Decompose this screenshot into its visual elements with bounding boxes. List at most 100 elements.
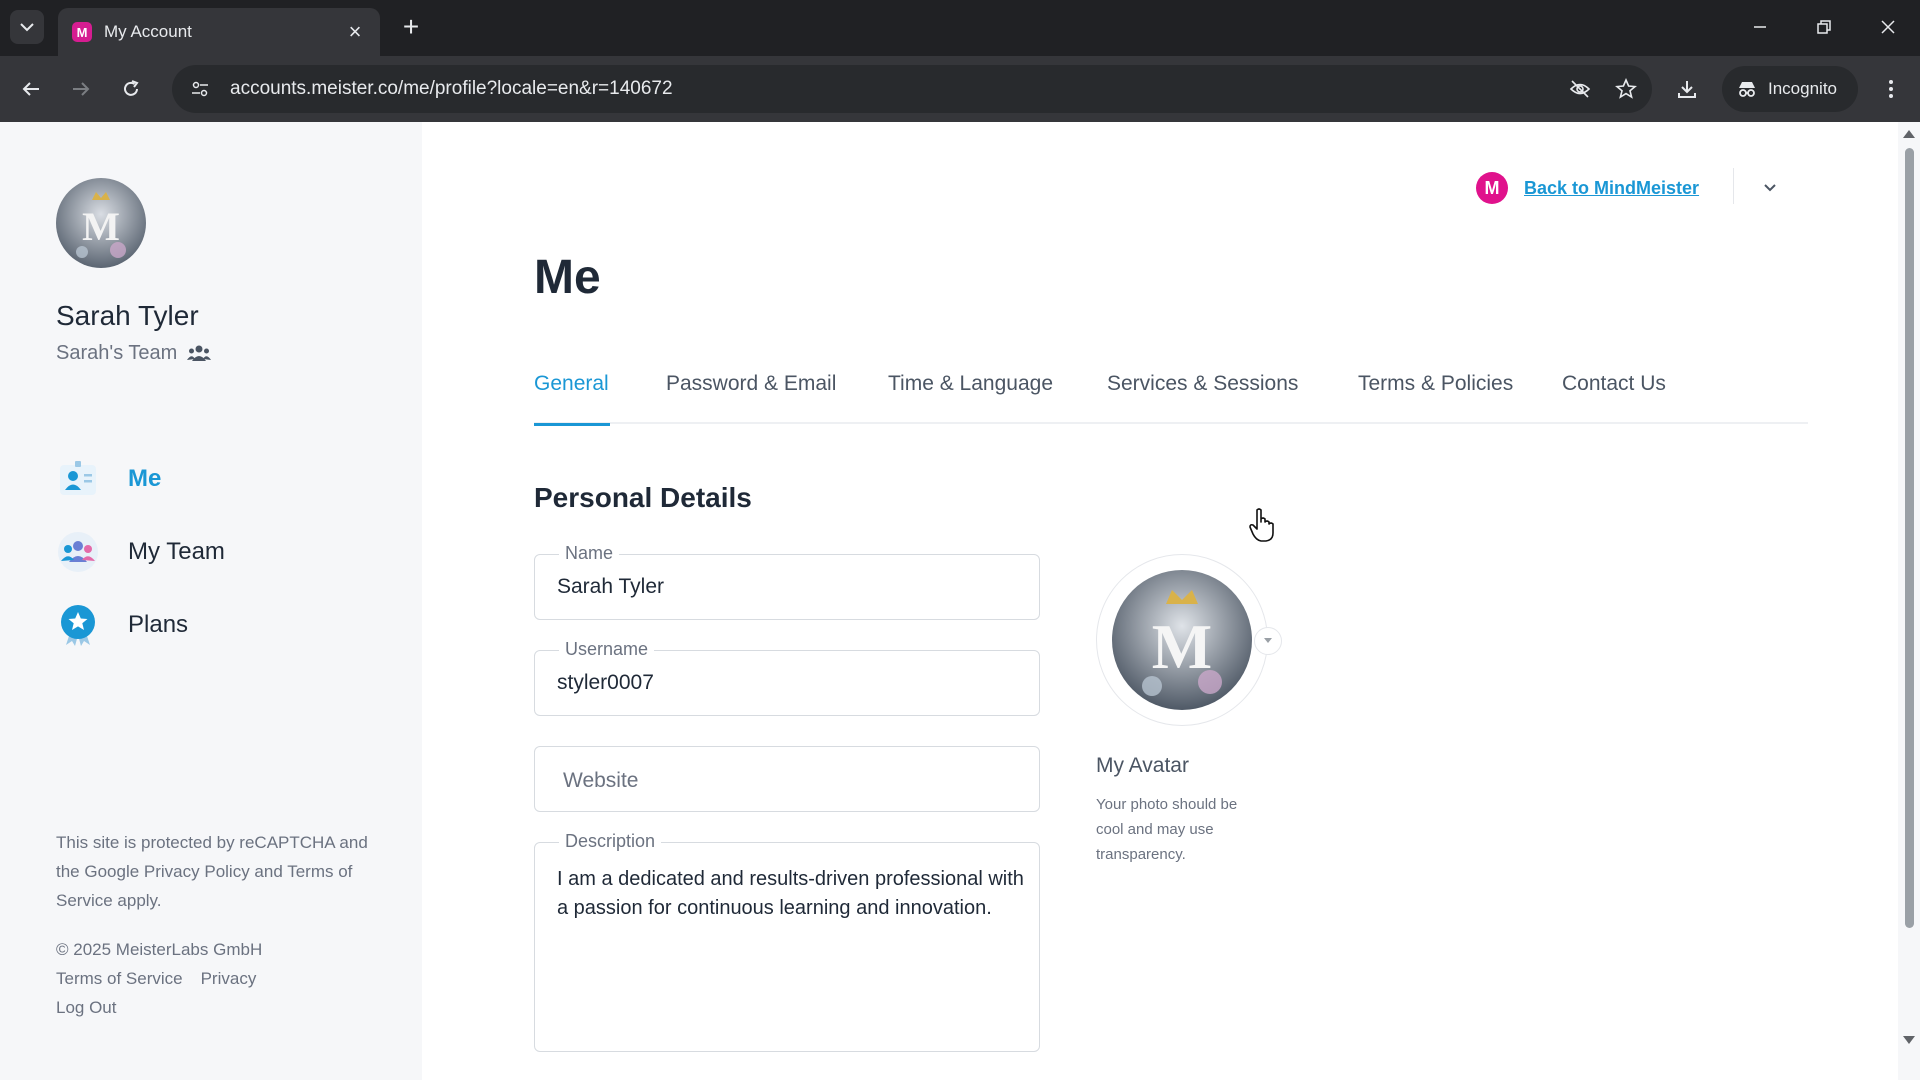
tab-search-button[interactable]: [10, 10, 44, 44]
close-tab-icon[interactable]: ×: [344, 19, 366, 45]
scroll-down-icon[interactable]: [1903, 1036, 1915, 1044]
svg-text:M: M: [82, 204, 120, 249]
settings-tabs: General Password & Email Time & Language…: [534, 372, 1808, 426]
username-field[interactable]: Username styler0007: [534, 639, 1040, 716]
back-link-label[interactable]: Back to MindMeister: [1524, 178, 1699, 199]
section-title: Personal Details: [534, 482, 752, 513]
footer-links: Terms of Service Privacy: [56, 969, 256, 989]
tab-title: My Account: [104, 22, 192, 41]
restore-button[interactable]: [1804, 10, 1844, 44]
hand-cursor-icon: [1249, 508, 1274, 542]
website-field-placeholder: Website: [563, 769, 639, 792]
scroll-thumb[interactable]: [1905, 148, 1914, 928]
scroll-up-icon[interactable]: [1903, 130, 1915, 138]
minimize-icon: [1754, 26, 1766, 28]
page-content: M Sarah Tyler Sarah's Team Me My Team Pl…: [0, 122, 1920, 1080]
minimize-button[interactable]: [1740, 10, 1780, 44]
arrow-right-icon: [73, 82, 90, 96]
browser-tab[interactable]: M My Account ×: [58, 8, 380, 56]
avatar-image: M: [1112, 570, 1252, 710]
tab-general[interactable]: General: [534, 372, 610, 426]
tab-contact-us[interactable]: Contact Us: [1562, 372, 1666, 424]
tune-icon: [192, 81, 208, 97]
sidebar-item-my-team[interactable]: My Team: [56, 527, 225, 577]
chevron-down-icon: [1764, 184, 1776, 192]
name-field-value[interactable]: Sarah Tyler: [557, 575, 664, 599]
website-field[interactable]: Website: [534, 746, 1040, 812]
sidebar-avatar[interactable]: M: [56, 178, 146, 268]
close-icon: [1881, 20, 1895, 34]
sidebar-team-name: Sarah's Team: [56, 342, 178, 364]
address-bar[interactable]: accounts.meister.co/me/profile?locale=en…: [172, 65, 1652, 113]
sidebar-item-label: My Team: [128, 538, 225, 565]
url-text[interactable]: accounts.meister.co/me/profile?locale=en…: [230, 78, 1560, 100]
new-tab-button[interactable]: +: [396, 12, 426, 42]
eye-off-icon: [1569, 80, 1591, 98]
incognito-indicator[interactable]: Incognito: [1722, 66, 1858, 112]
site-info-button[interactable]: [180, 69, 220, 109]
recaptcha-notice: This site is protected by reCAPTCHA and …: [56, 833, 368, 910]
name-field-label: Name: [559, 543, 620, 564]
copyright-text: © 2025 MeisterLabs GmbH: [56, 940, 263, 959]
download-icon: [1678, 81, 1696, 98]
team-members-icon: [187, 345, 212, 361]
app-switcher-chevron[interactable]: [1758, 176, 1782, 200]
downloads-button[interactable]: [1670, 72, 1704, 106]
page-title: Me: [534, 251, 601, 304]
avatar-options-dropdown[interactable]: [1254, 627, 1282, 655]
sidebar: M Sarah Tyler Sarah's Team Me My Team Pl…: [0, 122, 422, 1080]
forward-button[interactable]: [64, 72, 98, 106]
description-field-value[interactable]: I am a dedicated and results-driven prof…: [557, 865, 1027, 923]
avatar-title: My Avatar: [1096, 754, 1189, 777]
back-to-mindmeister-link[interactable]: M Back to MindMeister: [1476, 172, 1699, 204]
logout-link[interactable]: Log Out: [56, 998, 117, 1018]
team-icon: [56, 530, 100, 574]
username-field-label: Username: [559, 639, 655, 660]
restore-icon: [1817, 20, 1831, 34]
username-field-value[interactable]: styler0007: [557, 671, 654, 695]
main-content: M Back to MindMeister Me General Passwor…: [422, 122, 1898, 1080]
avatar-hint: Your photo should be cool and may use tr…: [1096, 796, 1238, 863]
more-vertical-icon: [1889, 80, 1893, 98]
sidebar-item-me[interactable]: Me: [56, 454, 161, 504]
avatar-uploader[interactable]: M: [1096, 554, 1268, 726]
chevron-down-icon: [20, 23, 34, 32]
description-field[interactable]: Description I am a dedicated and results…: [534, 831, 1040, 1052]
avatar-image-icon: M: [1112, 570, 1252, 710]
tracking-protection-button[interactable]: [1560, 69, 1600, 109]
sidebar-item-plans[interactable]: Plans: [56, 600, 188, 650]
plans-badge-icon: [56, 603, 100, 647]
back-button[interactable]: [14, 72, 48, 106]
privacy-link[interactable]: Privacy: [201, 969, 257, 989]
avatar-image-icon: M: [56, 178, 146, 268]
browser-toolbar: accounts.meister.co/me/profile?locale=en…: [0, 56, 1920, 122]
bookmark-button[interactable]: [1606, 69, 1646, 109]
description-field-label: Description: [559, 831, 662, 852]
close-window-button[interactable]: [1868, 10, 1908, 44]
terms-of-service-link[interactable]: Terms of Service: [56, 969, 183, 989]
sidebar-team: Sarah's Team: [56, 342, 212, 365]
arrow-left-icon: [22, 82, 39, 96]
star-icon: [1615, 78, 1637, 99]
browser-menu-button[interactable]: [1874, 72, 1908, 106]
tab-services-sessions[interactable]: Services & Sessions: [1107, 372, 1298, 424]
reload-button[interactable]: [114, 72, 148, 106]
meister-favicon-icon: M: [72, 22, 92, 42]
tab-terms-policies[interactable]: Terms & Policies: [1358, 372, 1513, 424]
user-card-icon: [56, 457, 100, 501]
caret-down-icon: [1264, 638, 1272, 643]
name-field[interactable]: Name Sarah Tyler: [534, 543, 1040, 620]
mindmeister-logo-icon: M: [1476, 172, 1508, 204]
header-divider: [1733, 168, 1734, 204]
sidebar-item-label: Me: [128, 465, 162, 492]
incognito-label: Incognito: [1768, 79, 1837, 98]
tab-password-email[interactable]: Password & Email: [666, 372, 836, 424]
page-scrollbar[interactable]: [1898, 122, 1920, 1080]
svg-text:M: M: [1152, 611, 1212, 682]
sidebar-user-name: Sarah Tyler: [56, 300, 199, 331]
incognito-icon: [1739, 82, 1755, 97]
tab-time-language[interactable]: Time & Language: [888, 372, 1053, 424]
sidebar-item-label: Plans: [128, 611, 189, 638]
reload-icon: [124, 80, 139, 96]
browser-tabstrip: M My Account × +: [0, 0, 1920, 56]
